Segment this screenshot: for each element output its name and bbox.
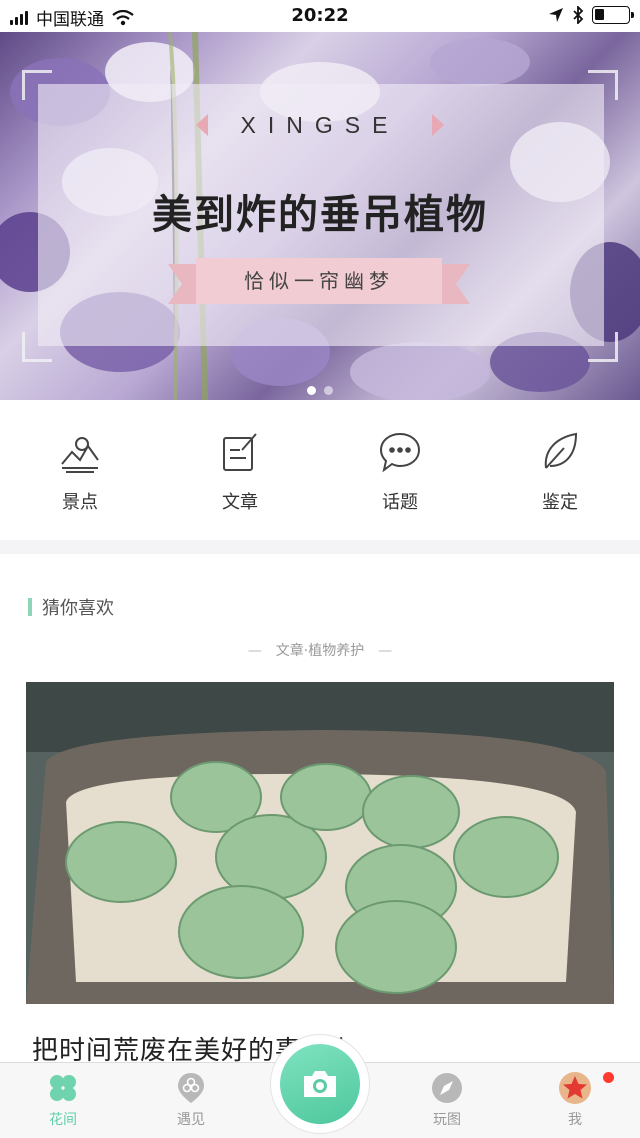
app-screen: 中国联通 20:22 XINGSE 美到炸的垂吊植物 恰似一帘幽梦 景点 文章 … [0, 0, 640, 1138]
location-pin-icon [178, 1073, 204, 1103]
quick-item-label: 鉴定 [542, 492, 578, 513]
quick-item-identify[interactable]: 鉴定 [480, 400, 640, 540]
location-arrow-icon [549, 8, 563, 22]
tab-label: 花间 [49, 1112, 77, 1128]
edit-note-icon [223, 433, 257, 471]
camera-icon [304, 1071, 336, 1097]
frame-corner [22, 332, 52, 362]
succulent-pot-image [26, 682, 614, 1004]
tab-wantu[interactable]: 玩图 [402, 1071, 492, 1129]
tab-huajian[interactable]: 花间 [18, 1071, 108, 1129]
article-card-image[interactable] [26, 682, 614, 1004]
frame-corner [588, 70, 618, 100]
section-title: 猜你喜欢 [42, 598, 114, 619]
carousel-dot[interactable] [324, 386, 333, 395]
frame-corner [588, 332, 618, 362]
article-category: — 文章·植物养护 — [247, 643, 393, 659]
ribbon-text: 恰似一帘幽梦 [244, 269, 394, 293]
banner-subtitle: XINGSE [240, 112, 400, 138]
quick-menu: 景点 文章 话题 鉴定 [0, 400, 640, 540]
tab-label: 遇见 [177, 1112, 205, 1128]
quick-item-label: 景点 [62, 492, 98, 513]
quick-item-label: 文章 [222, 492, 258, 513]
quick-item-topic[interactable]: 话题 [320, 400, 480, 540]
camera-button[interactable] [280, 1044, 360, 1124]
notification-dot [603, 1072, 614, 1083]
avatar-star-icon [559, 1072, 591, 1104]
quick-item-article[interactable]: 文章 [160, 400, 320, 540]
carousel-indicator[interactable] [0, 386, 640, 395]
quick-item-label: 话题 [382, 492, 418, 513]
hero-banner[interactable]: XINGSE 美到炸的垂吊植物 恰似一帘幽梦 [0, 32, 640, 400]
tab-label: 玩图 [433, 1112, 461, 1128]
clover-icon [50, 1075, 76, 1101]
carousel-dot[interactable] [307, 386, 316, 395]
frame-corner [22, 70, 52, 100]
battery-icon [592, 6, 634, 24]
tab-label: 我 [568, 1112, 582, 1128]
status-time: 20:22 [291, 5, 349, 26]
banner-title: 美到炸的垂吊植物 [152, 191, 488, 238]
tab-yujian[interactable]: 遇见 [146, 1071, 236, 1129]
status-bar: 中国联通 20:22 [0, 0, 640, 32]
section-accent-bar [28, 598, 32, 616]
chat-bubble-icon [379, 432, 421, 473]
mountain-photo-icon [61, 437, 99, 473]
compass-icon [432, 1073, 462, 1103]
quick-item-scenic[interactable]: 景点 [0, 400, 160, 540]
leaf-icon [544, 432, 578, 469]
category-label: 文章·植物养护 [275, 643, 365, 659]
section-header: 猜你喜欢 [28, 594, 114, 620]
bluetooth-icon [573, 6, 584, 24]
section-divider [0, 540, 640, 554]
banner-ribbon: 恰似一帘幽梦 [168, 258, 470, 304]
